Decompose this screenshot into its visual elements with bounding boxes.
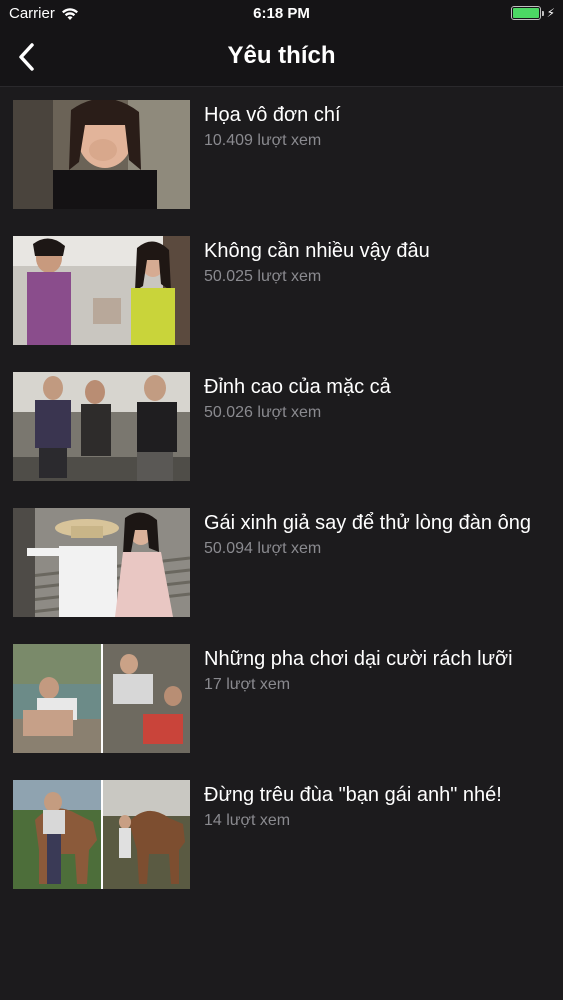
status-bar: Carrier 6:18 PM ⚡: [0, 0, 563, 28]
navigation-bar: Yêu thích: [0, 28, 563, 87]
video-info: Đỉnh cao của mặc cả 50.026 lượt xem: [204, 374, 545, 424]
video-list-item[interactable]: Gái xinh giả say để thử lòng đàn ông 50.…: [0, 508, 563, 618]
video-title: Gái xinh giả say để thử lòng đàn ông: [204, 512, 531, 534]
battery-indicator: ⚡: [510, 6, 555, 20]
video-list-item[interactable]: Đừng trêu đùa "bạn gái anh" nhé! 14 lượt…: [0, 780, 563, 890]
status-time: 6:18 PM: [253, 5, 310, 22]
video-thumbnail: [13, 780, 190, 889]
video-list-item[interactable]: Những pha chơi dại cười rách lưỡi 17 lượ…: [0, 644, 563, 754]
video-thumbnail: [13, 236, 190, 345]
video-title: Những pha chơi dại cười rách lưỡi: [204, 648, 513, 670]
video-info: Họa vô đơn chí 10.409 lượt xem: [204, 102, 545, 152]
video-thumbnail: [13, 100, 190, 209]
video-thumbnail: [13, 644, 190, 753]
video-view-count: 14 lượt xem: [204, 812, 291, 829]
charging-bolt-icon: ⚡: [546, 6, 555, 20]
video-info: Không cần nhiều vậy đâu 50.025 lượt xem: [204, 238, 545, 288]
video-title: Không cần nhiều vậy đâu: [204, 240, 430, 262]
video-list-item[interactable]: Không cần nhiều vậy đâu 50.025 lượt xem: [0, 236, 563, 346]
video-info: Gái xinh giả say để thử lòng đàn ông 50.…: [204, 510, 545, 560]
video-thumbnail: [13, 372, 190, 481]
video-title: Đỉnh cao của mặc cả: [204, 376, 391, 398]
battery-icon: [510, 6, 544, 20]
video-title: Họa vô đơn chí: [204, 104, 341, 126]
battery-fill: [512, 8, 539, 18]
video-view-count: 10.409 lượt xem: [204, 132, 322, 149]
page-title: Yêu thích: [227, 42, 336, 69]
video-thumbnail: [13, 508, 190, 617]
video-list-item[interactable]: Họa vô đơn chí 10.409 lượt xem: [0, 100, 563, 210]
video-view-count: 17 lượt xem: [204, 676, 291, 693]
video-view-count: 50.094 lượt xem: [204, 540, 322, 557]
video-view-count: 50.026 lượt xem: [204, 404, 322, 421]
video-view-count: 50.025 lượt xem: [204, 268, 322, 285]
video-title: Đừng trêu đùa "bạn gái anh" nhé!: [204, 784, 502, 806]
video-info: Những pha chơi dại cười rách lưỡi 17 lượ…: [204, 646, 545, 696]
video-list-item[interactable]: Đỉnh cao của mặc cả 50.026 lượt xem: [0, 372, 563, 482]
video-info: Đừng trêu đùa "bạn gái anh" nhé! 14 lượt…: [204, 782, 545, 832]
